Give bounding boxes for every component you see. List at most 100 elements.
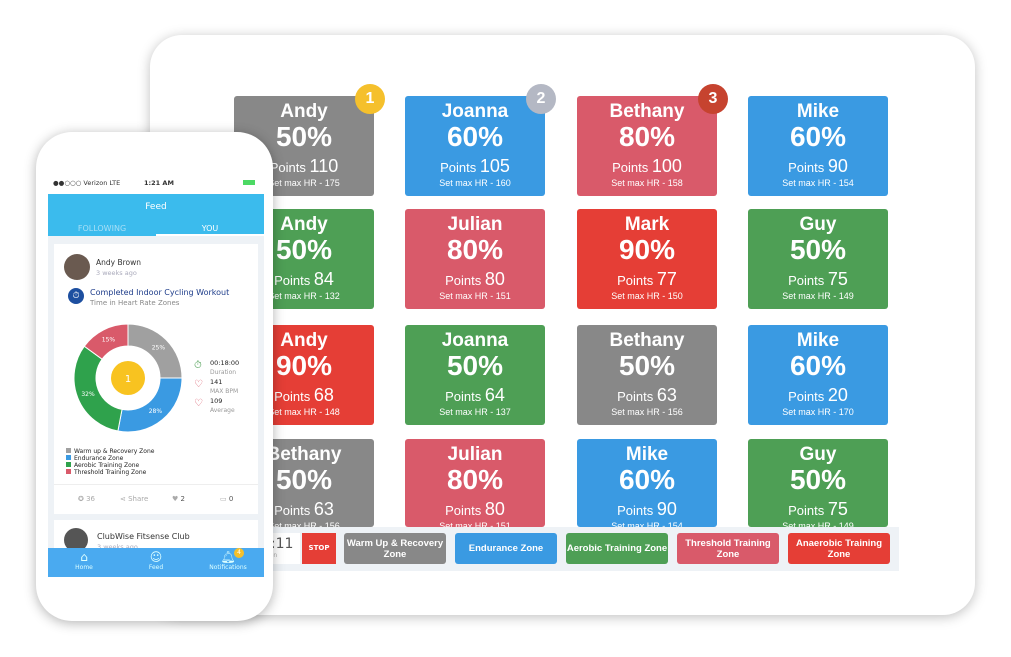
athlete-card[interactable]: Joanna 60% Points 105 Set max HR - 160 [405, 96, 545, 196]
points-value: 20 [827, 385, 848, 405]
points-value: 90 [827, 156, 848, 176]
points-value: 80 [484, 499, 505, 519]
stop-button[interactable]: STOP [302, 533, 336, 564]
hr-percent: 50% [618, 350, 676, 381]
nav-feed[interactable]: ☺ Feed [120, 550, 192, 571]
hr-percent: 80% [446, 234, 504, 265]
post-actions: ✪ 36 ⋖ Share ♥ 2 ▭ 0 [54, 484, 258, 503]
athlete-name: Mark [624, 214, 670, 235]
athlete-card[interactable]: Mike 60% Points 20 Set max HR - 170 [748, 325, 888, 425]
max-hr: Set max HR - 156 [611, 407, 683, 417]
points-value: 63 [656, 385, 677, 405]
bottom-nav: ⌂ Home ☺ Feed 🔔︎ Notifications 4 [48, 548, 264, 577]
athlete-card[interactable]: Joanna 50% Points 64 Set max HR - 137 [405, 325, 545, 425]
athlete-card[interactable]: Mike 60% Points 90 Set max HR - 154 [748, 96, 888, 196]
phone-screen: ●●○○○ Verizon LTE 1:21 AM Feed FOLLOWING… [48, 172, 264, 577]
points-value: 110 [309, 156, 339, 176]
rank-badge: 2 [526, 84, 556, 114]
max-hr: Set max HR - 150 [611, 291, 683, 301]
stopwatch-icon: ⏱ [68, 288, 84, 304]
donut-label: 25% [152, 345, 166, 352]
hr-percent: 60% [618, 464, 676, 495]
athlete-card[interactable]: Julian 80% Points 80 Set max HR - 151 [405, 439, 545, 527]
home-icon: ⌂ [80, 550, 88, 564]
zone-button[interactable]: Warm Up & Recovery Zone [344, 533, 446, 564]
athlete-name: Bethany [609, 330, 685, 351]
max-hr: Set max HR - 160 [439, 178, 511, 188]
rank-badge: 3 [698, 84, 728, 114]
points-value: 63 [313, 499, 334, 519]
donut-label: 15% [102, 337, 116, 344]
post-title[interactable]: Completed Indoor Cycling Workout [90, 288, 229, 297]
athlete-name: Mike [796, 330, 840, 351]
heart-icon: ♡ [194, 398, 203, 409]
points-value: 105 [479, 156, 510, 176]
bell-icon: 🔔︎ [220, 550, 236, 564]
workout-stat: ♡ 141 MAX BPM [194, 378, 239, 395]
zone-button[interactable]: Threshold Training Zone [677, 533, 779, 564]
status-bar: ●●○○○ Verizon LTE 1:21 AM [48, 172, 264, 194]
like-button[interactable]: ♥ 2 [172, 495, 185, 503]
athlete-name: Guy [799, 214, 837, 235]
zone-donut-chart: 25% 28% 32% 15% 1 [73, 323, 183, 433]
hr-percent: 80% [446, 464, 504, 495]
heart-icon: ♡ [194, 379, 203, 390]
post-card: Andy Brown 3 weeks ago ⏱ Completed Indoo… [54, 244, 258, 514]
hr-percent: 90% [618, 234, 676, 265]
points-value: 77 [656, 269, 677, 289]
points-value: 68 [313, 385, 334, 405]
hr-percent: 50% [446, 350, 504, 381]
points-value: 75 [827, 269, 848, 289]
nav-notifications[interactable]: 🔔︎ Notifications 4 [192, 548, 264, 571]
timer-icon: ⏱ [194, 360, 202, 371]
post-user[interactable]: Andy Brown [96, 258, 141, 267]
athlete-name: Joanna [441, 330, 509, 351]
kudos-button[interactable]: ✪ 36 [78, 495, 95, 503]
athlete-card[interactable]: Guy 50% Points 75 Set max HR - 149 [748, 439, 888, 527]
points-value: 84 [313, 269, 334, 289]
athlete-card[interactable]: Julian 80% Points 80 Set max HR - 151 [405, 209, 545, 309]
athlete-card[interactable]: Bethany 80% Points 100 Set max HR - 158 [577, 96, 717, 196]
max-hr: Set max HR - 158 [611, 178, 683, 188]
avatar [64, 254, 90, 280]
legend-item: Threshold Training Zone [66, 469, 154, 476]
tab-you[interactable]: YOU [156, 224, 264, 236]
hr-percent: 80% [618, 121, 676, 152]
athlete-name: Joanna [441, 101, 509, 122]
athlete-name: Bethany [609, 101, 685, 122]
athlete-name: Guy [799, 444, 837, 465]
share-button[interactable]: ⋖ Share [120, 495, 148, 503]
points-value: 75 [827, 499, 848, 519]
zone-button[interactable]: Endurance Zone [455, 533, 557, 564]
legend-item: Aerobic Training Zone [66, 462, 154, 469]
feed-header: Feed FOLLOWING YOU [48, 194, 264, 236]
athlete-card[interactable]: Bethany 50% Points 63 Set max HR - 156 [577, 325, 717, 425]
legend-item: Endurance Zone [66, 455, 154, 462]
athlete-card[interactable]: Guy 50% Points 75 Set max HR - 149 [748, 209, 888, 309]
athlete-name: Mike [625, 444, 669, 465]
points-value: 90 [656, 499, 677, 519]
group-icon: ☺ [149, 550, 163, 564]
athlete-card[interactable]: Mike 60% Points 90 Set max HR - 154 [577, 439, 717, 527]
points-value: 64 [484, 385, 505, 405]
athlete-name: Mike [796, 101, 840, 122]
hr-percent: 60% [789, 121, 847, 152]
zone-button[interactable]: Anaerobic Training Zone [788, 533, 890, 564]
max-hr: Set max HR - 137 [439, 407, 511, 417]
hr-percent: 60% [446, 121, 504, 152]
legend-item: Warm up & Recovery Zone [66, 448, 154, 455]
athlete-card[interactable]: Mark 90% Points 77 Set max HR - 150 [577, 209, 717, 309]
max-hr: Set max HR - 154 [782, 178, 854, 188]
athlete-name: Julian [447, 444, 503, 465]
comment-button[interactable]: ▭ 0 [220, 495, 233, 503]
battery-icon [243, 180, 255, 185]
donut-label: 32% [81, 391, 95, 398]
svg-text:1: 1 [125, 374, 131, 385]
notification-badge: 4 [234, 548, 244, 558]
zone-button[interactable]: Aerobic Training Zone [566, 533, 668, 564]
max-hr: Set max HR - 151 [439, 291, 511, 301]
donut-label: 28% [149, 408, 163, 415]
nav-home[interactable]: ⌂ Home [48, 550, 120, 571]
tab-following[interactable]: FOLLOWING [48, 224, 156, 233]
rank-badge: 1 [355, 84, 385, 114]
